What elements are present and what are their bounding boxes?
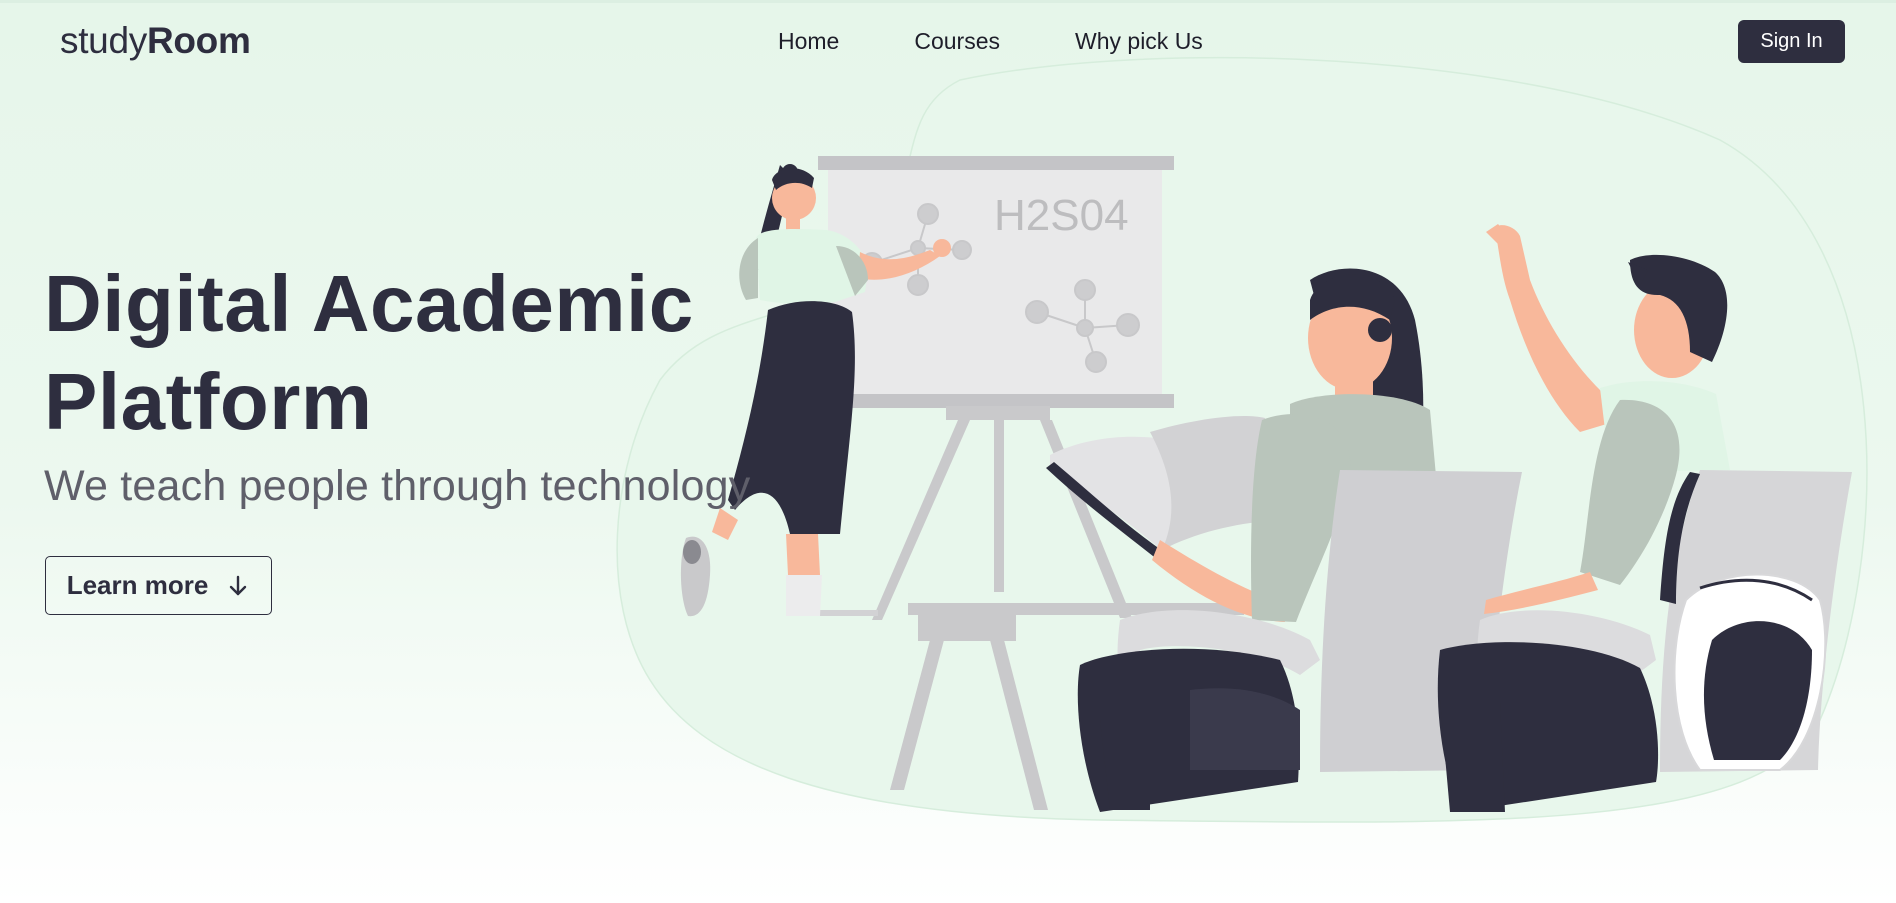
nav-item-home[interactable]: Home bbox=[778, 28, 839, 55]
brand-bold: Room bbox=[146, 20, 251, 61]
brand-logo[interactable]: studyRoom bbox=[60, 20, 251, 62]
hero-subtitle: We teach people through technology bbox=[44, 462, 751, 510]
arrow-down-icon bbox=[230, 575, 247, 595]
sign-in-button[interactable]: Sign In bbox=[1738, 20, 1845, 63]
hero-title-line-1: Digital Academic bbox=[44, 259, 694, 348]
whiteboard: H2S04 bbox=[818, 156, 1174, 408]
learn-more-button[interactable]: Learn more bbox=[45, 556, 272, 615]
whiteboard-formula: H2S04 bbox=[994, 191, 1129, 240]
classroom-illustration: H2S04 bbox=[616, 56, 1868, 823]
nav-item-courses[interactable]: Courses bbox=[914, 28, 1000, 55]
main-nav: Home Courses Why pick Us bbox=[778, 28, 1203, 55]
hero-title: Digital Academic Platform bbox=[44, 255, 694, 451]
nav-item-why-pick-us[interactable]: Why pick Us bbox=[1075, 28, 1203, 55]
learn-more-label: Learn more bbox=[66, 570, 209, 600]
brand-prefix: study bbox=[60, 20, 147, 61]
hero-title-line-2: Platform bbox=[44, 357, 373, 446]
top-navbar: studyRoom Home Courses Why pick Us Sign … bbox=[0, 0, 1896, 84]
